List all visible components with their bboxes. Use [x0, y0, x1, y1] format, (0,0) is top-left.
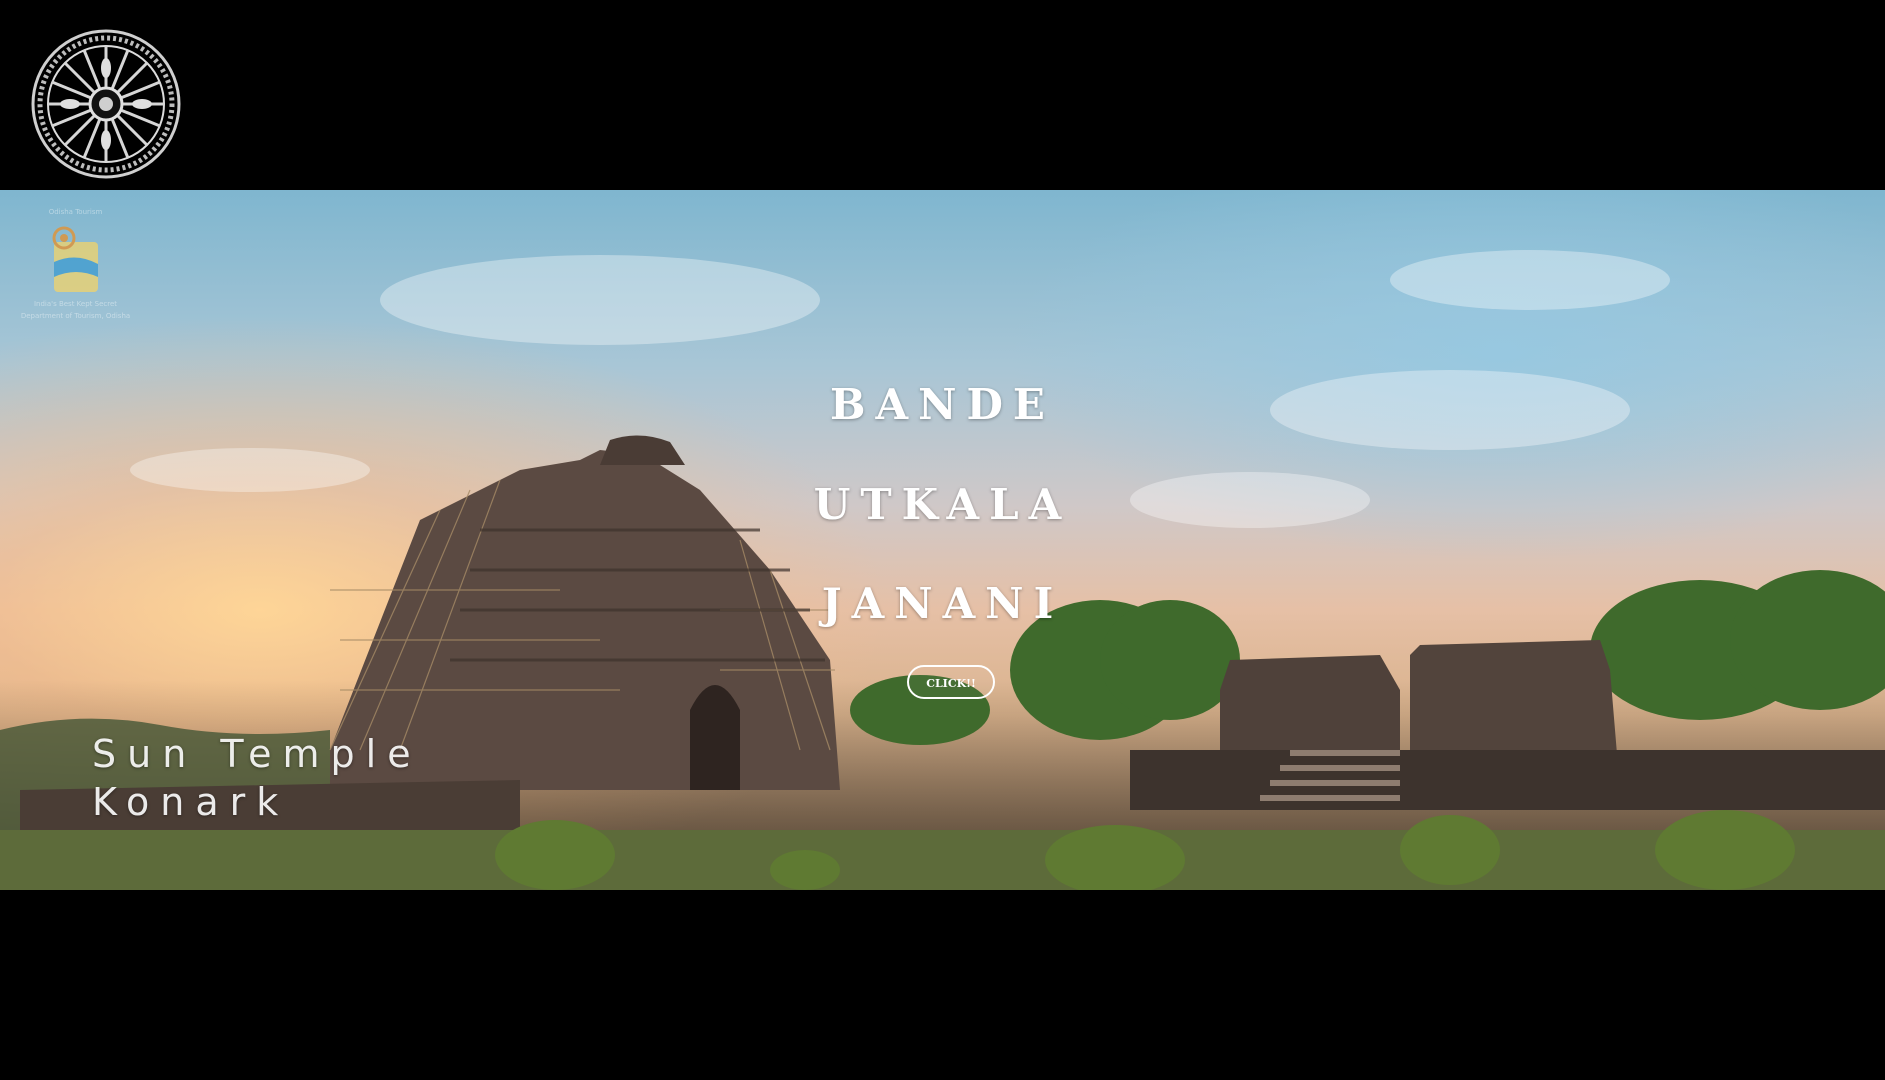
bottom-bar	[0, 890, 1885, 1080]
hero-banner: Odisha Tourism India's Best Kept Secret …	[0, 190, 1885, 890]
click-button[interactable]: CLICK!!	[907, 665, 995, 699]
konark-wheel-icon[interactable]	[30, 28, 182, 180]
page: Odisha Tourism India's Best Kept Secret …	[0, 0, 1885, 1080]
top-bar	[0, 0, 1885, 190]
headline-line-3: JANANI	[821, 579, 1064, 628]
badge-top-caption: Odisha Tourism	[48, 208, 103, 216]
headline-line-1: BANDE	[830, 380, 1055, 429]
location-caption-line-1: Sun Temple	[92, 732, 422, 776]
badge-caption-line1: India's Best Kept Secret	[33, 300, 118, 308]
badge-caption-line2: Department of Tourism, Odisha	[20, 312, 131, 320]
headline-line-2: UTKALA	[813, 480, 1072, 529]
odisha-logo-icon	[52, 226, 98, 292]
odisha-tourism-badge: Odisha Tourism India's Best Kept Secret …	[18, 208, 133, 328]
location-caption-line-2: Konark	[92, 780, 290, 824]
